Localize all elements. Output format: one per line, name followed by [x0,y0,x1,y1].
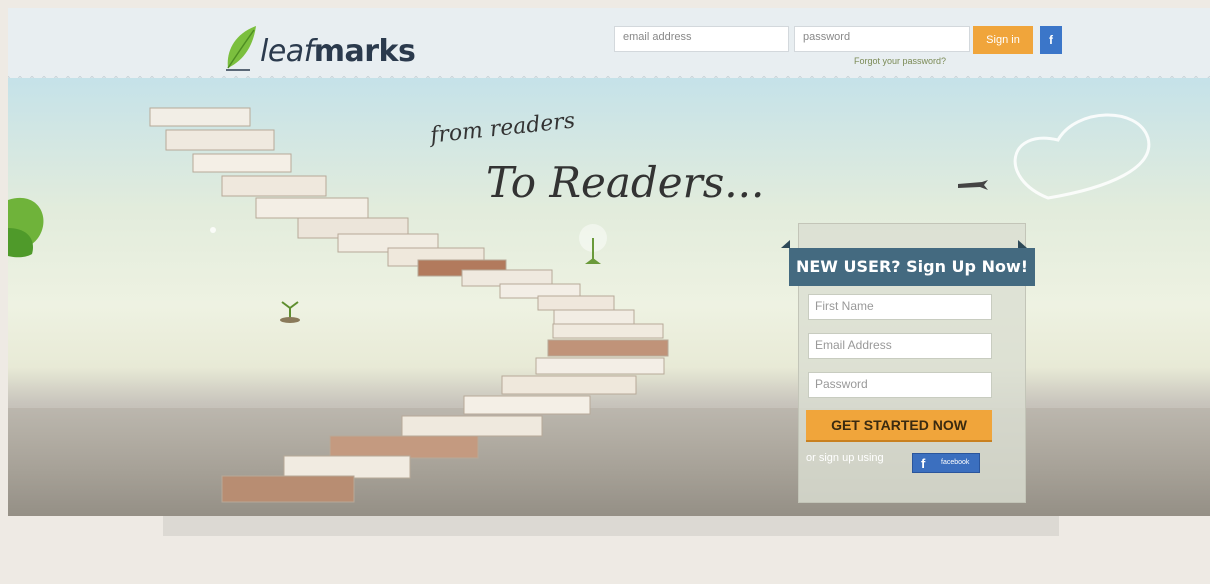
login-email-input[interactable]: email address [614,26,789,52]
leafmarks-logo[interactable]: leafmarks [220,24,420,72]
logo-wordmark: leafmarks [260,34,416,69]
dandelion-icon [579,224,607,264]
login-password-input[interactable]: password [794,26,970,52]
facebook-login-button[interactable]: f [1040,26,1062,54]
leaf-icon [226,26,256,71]
facebook-icon: f [921,456,926,471]
ribbon-fold-right [1018,240,1027,248]
sprout-icon [280,301,300,323]
password-input[interactable]: Password [808,372,992,398]
signin-button[interactable]: Sign in [973,26,1033,54]
ribbon-fold-left [781,240,790,248]
forgot-password-link[interactable]: Forgot your password? [854,56,946,66]
facebook-signup-button[interactable]: f facebook [912,453,980,473]
email-address-input[interactable]: Email Address [808,333,992,359]
logo-text-light: leaf [260,34,314,69]
alt-signup-text: or sign up using [806,452,884,464]
facebook-label: facebook [941,459,970,466]
airplane-icon [958,180,988,190]
green-leaf-icon [8,197,44,258]
content-strip [163,516,1059,536]
logo-text-bold: marks [313,34,416,69]
tagline-big: To Readers... [486,158,765,207]
hero-illustration [8,107,1210,516]
first-name-input[interactable]: First Name [808,294,992,320]
get-started-button[interactable]: GET STARTED NOW [806,410,992,442]
heart-cloud [1013,113,1151,200]
hero-banner: from readers To Readers... [8,78,1210,516]
top-header: leafmarks email address password Sign in… [8,8,1210,85]
signup-title: NEW USER? Sign Up Now! [789,248,1035,286]
